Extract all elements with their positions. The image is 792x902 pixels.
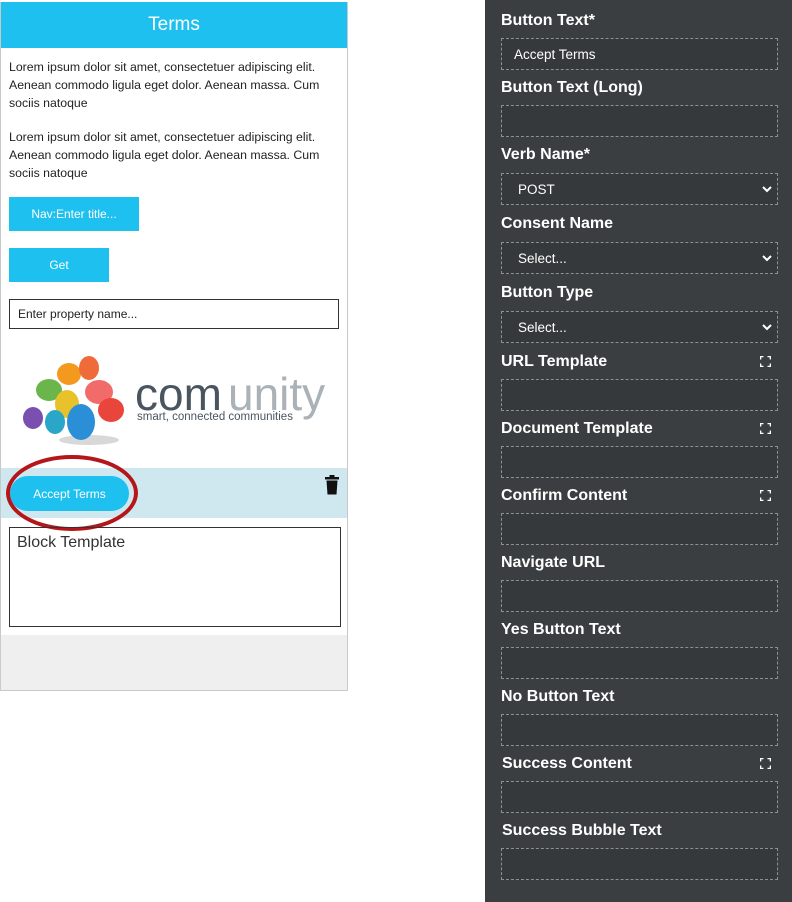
button-type-value: Select... xyxy=(518,319,567,335)
preview-footer xyxy=(1,635,347,690)
verb-name-label: Verb Name* xyxy=(501,146,590,163)
chevron-down-icon xyxy=(762,255,772,262)
success-content-input[interactable] xyxy=(501,781,778,813)
block-template-label: Block Template xyxy=(17,534,126,551)
mobile-preview: Terms Lorem ipsum dolor sit amet, consec… xyxy=(0,2,348,691)
document-template-label: Document Template xyxy=(501,420,653,437)
svg-text:smart, connected communities: smart, connected communities xyxy=(137,411,293,423)
document-template-input[interactable] xyxy=(501,446,778,478)
highlight-circle xyxy=(6,455,138,531)
navigate-url-input[interactable] xyxy=(501,580,778,612)
url-template-input[interactable] xyxy=(501,379,778,411)
button-text-long-label: Button Text (Long) xyxy=(501,79,643,96)
chevron-down-icon xyxy=(762,186,772,193)
success-bubble-text-label: Success Bubble Text xyxy=(502,822,662,839)
expand-icon[interactable] xyxy=(760,356,771,367)
button-text-input[interactable]: Accept Terms xyxy=(501,38,778,70)
button-text-label: Button Text* xyxy=(501,12,595,29)
button-text-value: Accept Terms xyxy=(514,46,596,62)
page-title: Terms xyxy=(148,14,200,35)
confirm-content-label: Confirm Content xyxy=(501,487,628,504)
button-type-label: Button Type xyxy=(501,284,594,301)
paragraph-1: Lorem ipsum dolor sit amet, consectetuer… xyxy=(9,60,320,110)
get-button[interactable]: Get xyxy=(9,248,109,282)
yes-button-text-input[interactable] xyxy=(501,647,778,679)
url-template-label: URL Template xyxy=(501,353,608,370)
no-button-text-input[interactable] xyxy=(501,714,778,746)
chevron-down-icon xyxy=(762,324,772,331)
comunity-logo: com unity smart, connected communities xyxy=(23,356,325,445)
button-text-long-input[interactable] xyxy=(501,105,778,137)
consent-name-select[interactable]: Select... xyxy=(501,242,778,274)
properties-panel: Button Text* Accept Terms Button Text (L… xyxy=(485,0,792,902)
confirm-content-input[interactable] xyxy=(501,513,778,545)
page-header: Terms xyxy=(1,2,347,48)
expand-icon[interactable] xyxy=(760,758,771,769)
paragraph-2: Lorem ipsum dolor sit amet, consectetuer… xyxy=(9,130,320,180)
trash-icon[interactable] xyxy=(324,475,340,495)
get-button-label: Get xyxy=(49,258,69,272)
no-button-text-label: No Button Text xyxy=(501,688,615,705)
consent-name-label: Consent Name xyxy=(501,215,614,232)
expand-icon[interactable] xyxy=(760,423,771,434)
yes-button-text-label: Yes Button Text xyxy=(501,621,621,638)
success-content-label: Success Content xyxy=(502,755,632,772)
property-name-placeholder: Enter property name... xyxy=(18,307,138,321)
button-type-select[interactable]: Select... xyxy=(501,311,778,343)
success-bubble-text-input[interactable] xyxy=(501,848,778,880)
navigate-url-label: Navigate URL xyxy=(501,554,606,571)
nav-button[interactable]: Nav:Enter title... xyxy=(9,197,139,231)
expand-icon[interactable] xyxy=(760,490,771,501)
verb-name-select[interactable]: POST xyxy=(501,173,778,205)
verb-name-value: POST xyxy=(518,181,555,197)
block-template[interactable]: Block Template xyxy=(9,527,341,627)
nav-button-label: Nav:Enter title... xyxy=(31,207,117,221)
property-name-input[interactable]: Enter property name... xyxy=(9,299,339,329)
consent-name-value: Select... xyxy=(518,250,567,266)
